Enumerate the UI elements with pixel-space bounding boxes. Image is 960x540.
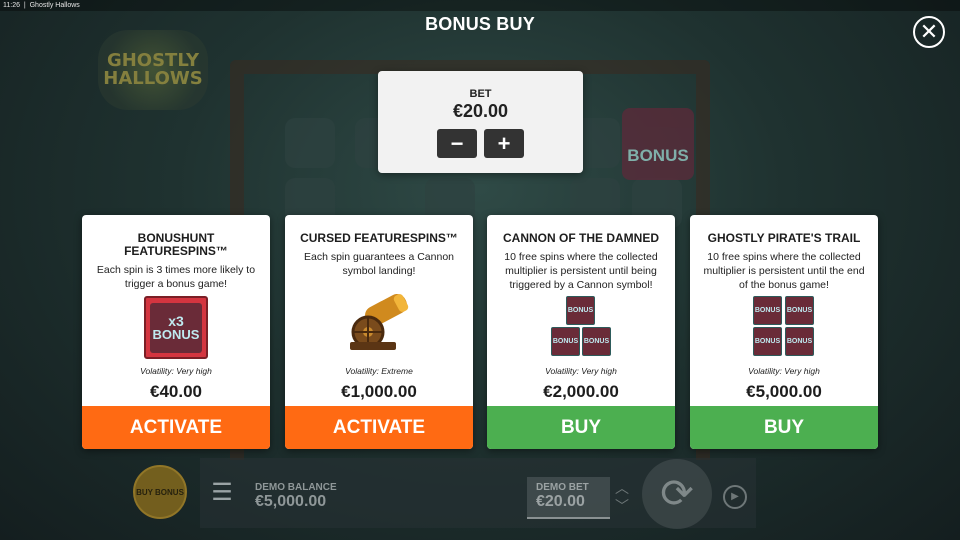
game-logo: GHOSTLY HALLOWS bbox=[98, 30, 208, 110]
card-volatility: Volatility: Extreme bbox=[345, 366, 413, 376]
bonus-symbols-3-icon: BONUS BONUS BONUS bbox=[549, 296, 613, 358]
card-art bbox=[285, 292, 473, 354]
bet-label: BET bbox=[469, 88, 492, 100]
card-description: Each spin guarantees a Cannon symbol lan… bbox=[303, 251, 455, 277]
card-art: x3 BONUS bbox=[82, 296, 270, 359]
bet-value: €20.00 bbox=[452, 101, 509, 121]
card-price: €1,000.00 bbox=[341, 382, 417, 401]
card-price: €2,000.00 bbox=[543, 382, 619, 401]
buy-bonus-button[interactable]: BUY BONUS bbox=[133, 465, 187, 519]
card-description: Each spin is 3 times more likely to trig… bbox=[96, 264, 256, 290]
card-price: €5,000.00 bbox=[746, 382, 822, 401]
spin-button[interactable]: ⟳ bbox=[642, 459, 712, 529]
status-time: 11:26 bbox=[3, 2, 20, 9]
card-title: CURSED FEATURESPINS™ bbox=[300, 231, 458, 245]
bonus-card-bonushunt: BONUSHUNT FEATURESPINS™ Each spin is 3 t… bbox=[82, 215, 270, 449]
card-art: BONUS BONUS BONUS bbox=[487, 296, 675, 358]
demo-bet-label: DEMO BET bbox=[536, 482, 589, 493]
card-description: 10 free spins where the collected multip… bbox=[703, 251, 865, 291]
activate-button[interactable]: ACTIVATE bbox=[82, 406, 270, 449]
balance-value: €5,000.00 bbox=[255, 493, 327, 510]
card-title: GHOSTLY PIRATE'S TRAIL bbox=[707, 231, 861, 245]
card-volatility: Volatility: Very high bbox=[140, 366, 212, 376]
reel-symbol bbox=[285, 118, 335, 168]
bet-panel: BET €20.00 − + bbox=[378, 71, 583, 173]
close-icon: ✕ bbox=[919, 19, 939, 44]
hamburger-menu-icon[interactable]: ☰ bbox=[207, 478, 237, 508]
increase-bet-button[interactable]: + bbox=[484, 129, 524, 158]
bonus-x3-symbol-icon: x3 BONUS bbox=[144, 296, 208, 359]
cannon-icon bbox=[350, 294, 409, 350]
decrease-bet-button[interactable]: − bbox=[437, 129, 477, 158]
bonus-symbols-4-icon: BONUS BONUS BONUS BONUS bbox=[753, 296, 815, 356]
chevron-down-icon[interactable]: ﹀ bbox=[615, 496, 629, 516]
buy-button[interactable]: BUY bbox=[690, 406, 878, 449]
buy-button[interactable]: BUY bbox=[487, 406, 675, 449]
chevron-up-icon[interactable]: ︿ bbox=[615, 478, 629, 498]
card-price: €40.00 bbox=[150, 382, 202, 401]
autoplay-button[interactable]: ▶ bbox=[723, 485, 747, 509]
card-title: CANNON OF THE DAMNED bbox=[503, 231, 659, 245]
autoplay-icon: ▶ bbox=[731, 491, 739, 502]
card-volatility: Volatility: Very high bbox=[545, 366, 617, 376]
close-button[interactable]: ✕ bbox=[913, 16, 945, 48]
status-bar: 11:26 | Ghostly Hallows bbox=[0, 0, 960, 11]
card-volatility: Volatility: Very high bbox=[748, 366, 820, 376]
demo-bet-value: €20.00 bbox=[536, 493, 585, 510]
bonus-card-cursed: CURSED FEATURESPINS™ Each spin guarantee… bbox=[285, 215, 473, 449]
card-art: BONUS BONUS BONUS BONUS bbox=[690, 296, 878, 356]
bonus-card-ghostly-trail: GHOSTLY PIRATE'S TRAIL 10 free spins whe… bbox=[690, 215, 878, 449]
dialog-title: BONUS BUY bbox=[425, 14, 535, 34]
demo-bet-display: DEMO BET €20.00 bbox=[527, 477, 610, 519]
reel-bonus-symbol: BONUS bbox=[622, 108, 694, 180]
card-title: BONUSHUNT FEATURESPINS™ bbox=[124, 231, 228, 258]
activate-button[interactable]: ACTIVATE bbox=[285, 406, 473, 449]
status-app-name: Ghostly Hallows bbox=[29, 2, 80, 9]
bonus-card-cannon: CANNON OF THE DAMNED 10 free spins where… bbox=[487, 215, 675, 449]
spin-icon: ⟳ bbox=[660, 472, 694, 516]
card-description: 10 free spins where the collected multip… bbox=[504, 251, 658, 291]
balance-label: DEMO BALANCE bbox=[255, 482, 337, 493]
